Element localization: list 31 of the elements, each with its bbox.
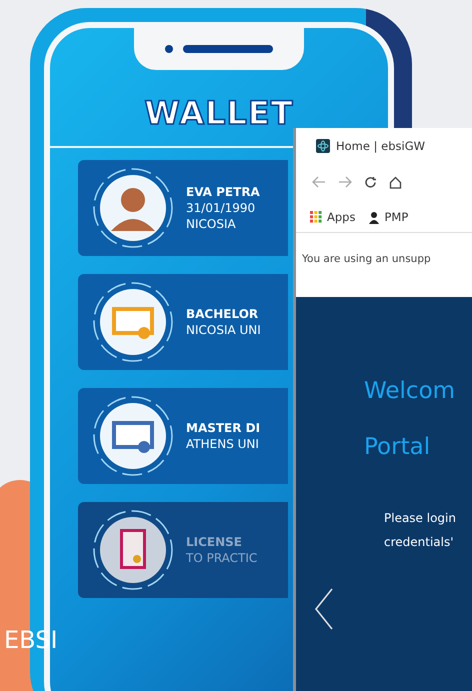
- wallet-title: WALLET: [144, 94, 294, 132]
- credential-title: EVA PETRA: [186, 185, 260, 199]
- credential-card[interactable]: MASTER DI ATHENS UNI: [78, 388, 288, 484]
- welcome-heading: Welcom: [364, 377, 456, 406]
- credential-detail: TO PRACTIC: [186, 551, 258, 565]
- credential-card[interactable]: EVA PETRA 31/01/1990 NICOSIA: [78, 160, 288, 256]
- certificate-icon: [112, 307, 154, 339]
- credential-detail: NICOSIA UNI: [186, 323, 261, 337]
- certificate-icon: [112, 421, 154, 453]
- login-text: credentials': [384, 535, 455, 549]
- credential-title: MASTER DI: [186, 421, 260, 435]
- credential-title: BACHELOR: [186, 307, 260, 321]
- welcome-heading: Portal: [364, 433, 432, 462]
- credential-title: LICENSE: [186, 535, 243, 549]
- previous-icon[interactable]: [314, 587, 334, 631]
- license-document-icon: [120, 529, 146, 569]
- apps-grid-icon[interactable]: [310, 211, 322, 223]
- credential-card[interactable]: BACHELOR NICOSIA UNI: [78, 274, 288, 370]
- credential-detail: 31/01/1990: [186, 201, 256, 215]
- person-silhouette-icon: [111, 188, 155, 231]
- atom-icon: [316, 139, 330, 153]
- login-text: Please login: [384, 511, 457, 525]
- bookmark-link[interactable]: Apps: [327, 210, 356, 224]
- bookmark-link[interactable]: PMP: [384, 210, 408, 224]
- tab-title[interactable]: Home | ebsiGW: [336, 139, 425, 153]
- reload-icon[interactable]: [364, 176, 377, 188]
- credential-detail: ATHENS UNI: [186, 437, 260, 451]
- warning-text: You are using an unsupp: [301, 252, 432, 267]
- person-icon[interactable]: [369, 210, 380, 224]
- home-icon[interactable]: [389, 176, 402, 188]
- credential-detail: NICOSIA: [186, 217, 237, 231]
